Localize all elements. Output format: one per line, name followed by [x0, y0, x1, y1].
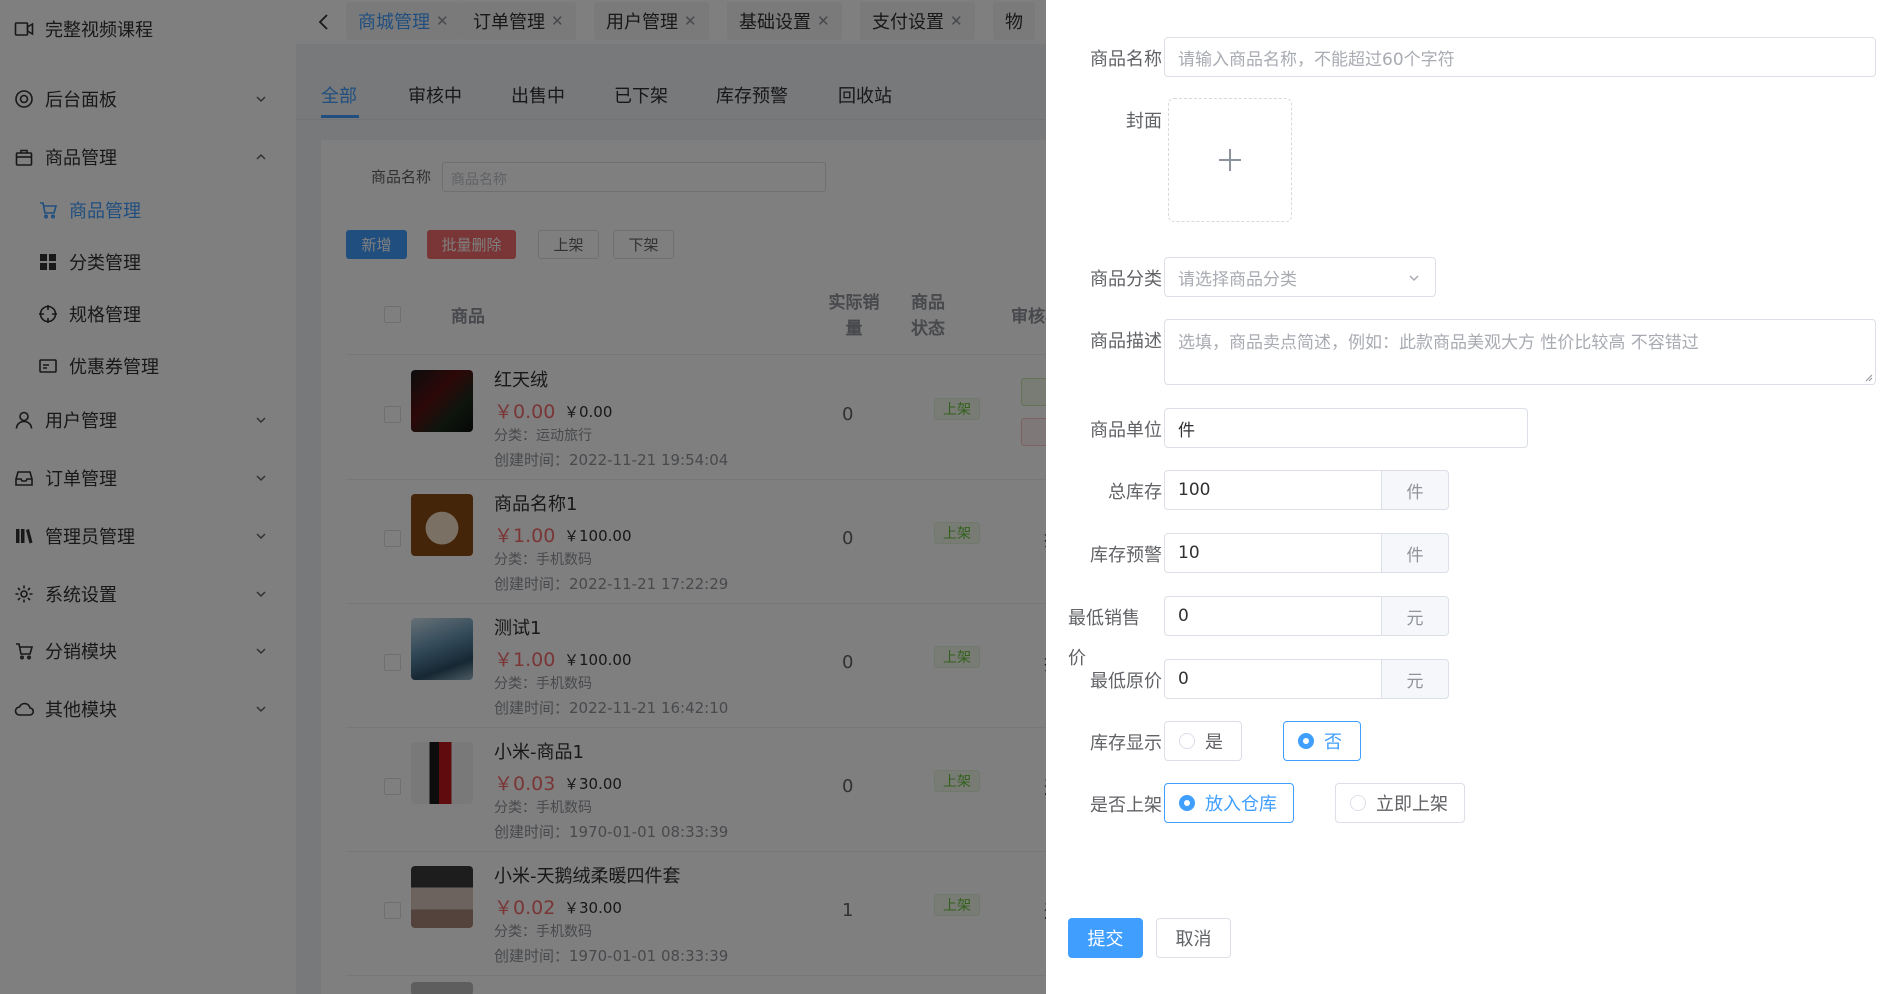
desc-label: 商品描述 — [1090, 331, 1162, 352]
shelf-warehouse-radio[interactable]: 放入仓库 — [1164, 783, 1294, 823]
stock-label: 总库存 — [1108, 482, 1162, 503]
name-label: 商品名称 — [1090, 49, 1162, 70]
stock-input[interactable]: 100 — [1164, 470, 1382, 510]
min-oprice-label: 最低原价 — [1090, 671, 1162, 692]
min-price-unit-suffix: 元 — [1381, 596, 1449, 636]
shelf-immediate-radio[interactable]: 立即上架 — [1335, 783, 1465, 823]
product-name-input[interactable]: 请输入商品名称，不能超过60个字符 — [1164, 37, 1876, 77]
unit-input[interactable]: 件 — [1164, 408, 1528, 448]
unit-label: 商品单位 — [1090, 420, 1162, 441]
category-label: 商品分类 — [1090, 269, 1162, 290]
min-price-label: 最低销售 — [1068, 608, 1140, 629]
stock-warn-unit-suffix: 件 — [1381, 533, 1449, 573]
min-oprice-input[interactable]: 0 — [1164, 659, 1382, 699]
cover-upload[interactable] — [1168, 98, 1292, 222]
min-oprice-unit-suffix: 元 — [1381, 659, 1449, 699]
plus-icon — [1219, 149, 1241, 171]
cancel-button[interactable]: 取消 — [1156, 918, 1231, 958]
stock-unit-suffix: 件 — [1381, 470, 1449, 510]
cover-label: 封面 — [1126, 111, 1162, 132]
radio-dot — [1179, 795, 1195, 811]
radio-dot — [1350, 795, 1366, 811]
shelf-label: 是否上架 — [1090, 795, 1162, 816]
submit-button[interactable]: 提交 — [1068, 918, 1143, 958]
stock-warn-input[interactable]: 10 — [1164, 533, 1382, 573]
radio-dot — [1298, 733, 1314, 749]
stock-warn-label: 库存预警 — [1090, 545, 1162, 566]
stock-display-yes-radio[interactable]: 是 — [1164, 721, 1242, 761]
category-select[interactable]: 请选择商品分类 — [1164, 257, 1436, 297]
stock-display-no-radio[interactable]: 否 — [1283, 721, 1361, 761]
resize-handle-icon[interactable] — [1863, 372, 1873, 382]
min-price-input[interactable]: 0 — [1164, 596, 1382, 636]
chevron-down-icon — [1409, 275, 1419, 282]
stock-display-label: 库存显示 — [1090, 733, 1162, 754]
add-product-drawer: 商品名称 请输入商品名称，不能超过60个字符 封面 商品分类 请选择商品分类 商… — [1046, 0, 1903, 994]
radio-dot — [1179, 733, 1195, 749]
product-desc-textarea[interactable]: 选填，商品卖点简述，例如：此款商品美观大方 性价比较高 不容错过 — [1164, 319, 1876, 385]
drawer-overlay[interactable] — [0, 0, 1046, 994]
